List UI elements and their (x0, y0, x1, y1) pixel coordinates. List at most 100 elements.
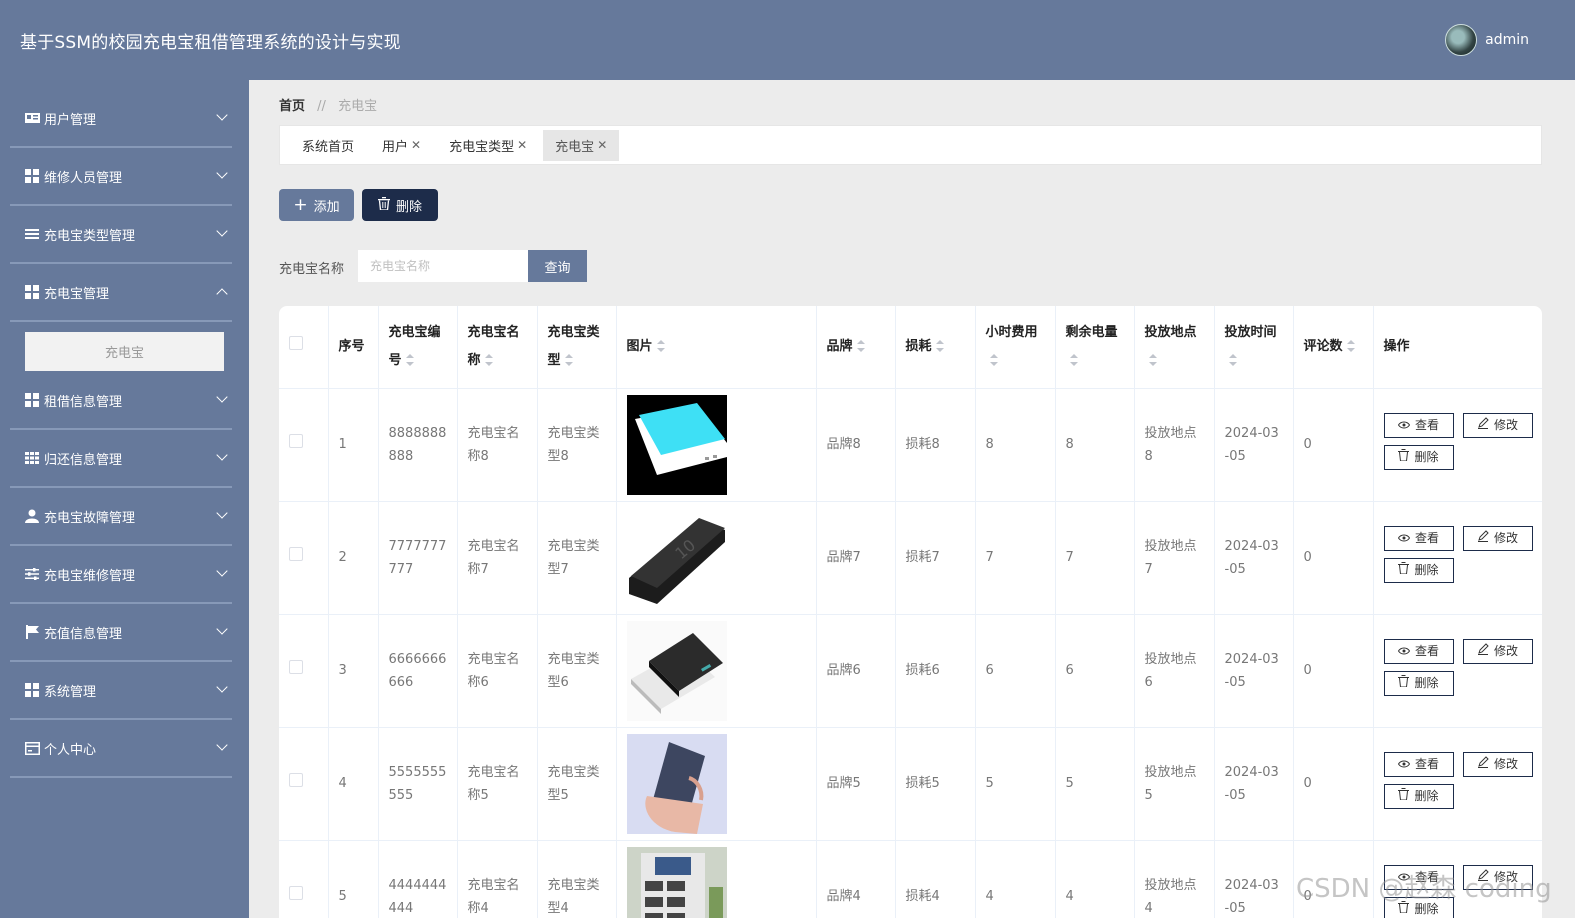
row-delete-button[interactable]: 删除 (1383, 783, 1454, 809)
sort-icon[interactable] (1069, 354, 1078, 367)
sidebar-item-powerbank-management[interactable]: 充电宝管理 (10, 264, 232, 322)
column-header-sortable[interactable]: 充电宝类型 (537, 306, 617, 389)
sidebar-item-return-management[interactable]: 归还信息管理 (10, 430, 232, 488)
user-menu[interactable]: admin (1445, 24, 1529, 56)
row-select[interactable] (279, 388, 329, 502)
flag-icon (24, 624, 40, 640)
view-button[interactable]: 查看 (1383, 751, 1454, 777)
sidebar-item-rental-management[interactable]: 租借信息管理 (10, 372, 232, 430)
eye-icon (1397, 414, 1411, 437)
row-checkbox[interactable] (289, 547, 303, 561)
edit-button[interactable]: 修改 (1462, 638, 1533, 664)
column-header-sortable[interactable]: 评论数 (1293, 306, 1374, 389)
sidebar-item-repair-management[interactable]: 充电宝维修管理 (10, 546, 232, 604)
edit-icon (1477, 414, 1489, 437)
avatar[interactable] (1445, 24, 1478, 56)
sort-icon[interactable] (1346, 340, 1355, 353)
sort-icon[interactable] (989, 354, 998, 367)
edit-label: 修改 (1493, 756, 1518, 771)
row-delete-button[interactable]: 删除 (1383, 444, 1454, 470)
edit-icon (1477, 640, 1489, 663)
sidebar-item-system-management[interactable]: 系统管理 (10, 662, 232, 720)
cell-code: 8888888888 (378, 388, 458, 502)
cell-time: 2024-03-05 (1214, 727, 1294, 841)
row-select[interactable] (279, 614, 329, 728)
row-delete-button[interactable]: 删除 (1383, 557, 1454, 583)
query-button[interactable]: 查询 (528, 250, 587, 282)
row-delete-button[interactable]: 删除 (1383, 670, 1454, 696)
table-row: 2 7777777777 充电宝名称7 充电宝类型7 10 品牌7 损耗7 7 7 投放地点7 20… (279, 501, 1542, 615)
cell-power: 6 (1055, 614, 1135, 728)
sort-icon[interactable] (856, 340, 865, 353)
chevron-down-icon (216, 507, 228, 519)
list-icon (24, 226, 40, 242)
delete-button[interactable]: 删除 (362, 189, 438, 221)
tab-powerbank-type[interactable]: 充电宝类型 ✕ (437, 130, 539, 161)
row-checkbox[interactable] (289, 886, 303, 900)
sidebar-item-recharge-management[interactable]: 充值信息管理 (10, 604, 232, 662)
sort-icon[interactable] (484, 354, 493, 367)
edit-button[interactable]: 修改 (1462, 525, 1533, 551)
close-icon[interactable]: ✕ (411, 138, 421, 152)
delete-label: 删除 (1414, 788, 1439, 803)
powerbank-image (626, 620, 806, 721)
column-header-sortable[interactable]: 品牌 (816, 306, 896, 389)
search-input[interactable] (358, 250, 528, 282)
sidebar-item-powerbank-type-management[interactable]: 充电宝类型管理 (10, 206, 232, 264)
view-button[interactable]: 查看 (1383, 412, 1454, 438)
column-header-sortable[interactable]: 损耗 (895, 306, 976, 389)
header-select-all[interactable] (279, 306, 329, 389)
column-header-label: 充电宝名称 (467, 324, 520, 368)
view-label: 查看 (1414, 417, 1439, 432)
sidebar-item-user-management[interactable]: 用户管理 (10, 90, 232, 148)
breadcrumb-current: 充电宝 (338, 99, 378, 114)
view-button[interactable]: 查看 (1383, 525, 1454, 551)
column-header-label: 剩余电量 (1065, 324, 1118, 340)
row-select[interactable] (279, 840, 329, 918)
column-header-sortable[interactable]: 投放地点 (1134, 306, 1215, 389)
view-button[interactable]: 查看 (1383, 638, 1454, 664)
column-header-sortable[interactable]: 图片 (616, 306, 817, 389)
sort-icon[interactable] (564, 354, 573, 367)
sort-icon[interactable] (656, 340, 665, 353)
column-header-sortable[interactable]: 投放时间 (1214, 306, 1294, 389)
tab-user[interactable]: 用户 ✕ (370, 130, 433, 161)
edit-label: 修改 (1493, 417, 1518, 432)
cell-image (616, 388, 817, 502)
sort-icon[interactable] (405, 354, 414, 367)
sidebar-subitem-powerbank[interactable]: 充电宝 (25, 332, 224, 371)
cell-actions: 查看 修改删除 (1373, 727, 1542, 841)
column-header-sortable[interactable]: 充电宝编号 (378, 306, 458, 389)
sort-icon[interactable] (1148, 354, 1157, 367)
sort-icon[interactable] (935, 340, 944, 353)
cell-image (616, 614, 817, 728)
sidebar-item-fault-management[interactable]: 充电宝故障管理 (10, 488, 232, 546)
select-all-checkbox[interactable] (289, 335, 303, 350)
row-checkbox[interactable] (289, 434, 303, 448)
tab-powerbank[interactable]: 充电宝 ✕ (543, 129, 620, 161)
sidebar-item-personal-center[interactable]: 个人中心 (10, 720, 232, 778)
add-button[interactable]: + 添加 (279, 189, 354, 221)
cell-location: 投放地点8 (1134, 388, 1215, 502)
row-checkbox[interactable] (289, 773, 303, 787)
breadcrumb-home[interactable]: 首页 (279, 99, 305, 114)
row-select[interactable] (279, 727, 329, 841)
sidebar-item-repairer-management[interactable]: 维修人员管理 (10, 148, 232, 206)
column-header-sortable[interactable]: 小时费用 (975, 306, 1056, 389)
column-header-label: 品牌 (826, 338, 853, 354)
edit-button[interactable]: 修改 (1462, 412, 1533, 438)
close-icon[interactable]: ✕ (597, 138, 607, 152)
column-header-sortable[interactable]: 剩余电量 (1055, 306, 1135, 389)
username[interactable]: admin (1485, 32, 1529, 48)
tab-system-home[interactable]: 系统首页 (290, 130, 366, 161)
row-checkbox[interactable] (289, 660, 303, 674)
cell-code: 4444444444 (378, 840, 458, 918)
grid-icon (24, 392, 40, 408)
sort-icon[interactable] (1228, 354, 1237, 367)
close-icon[interactable]: ✕ (517, 138, 527, 152)
row-select[interactable] (279, 501, 329, 615)
column-header: 序号 (328, 306, 379, 389)
edit-button[interactable]: 修改 (1462, 751, 1533, 777)
cell-fee: 5 (975, 727, 1056, 841)
column-header-sortable[interactable]: 充电宝名称 (457, 306, 538, 389)
